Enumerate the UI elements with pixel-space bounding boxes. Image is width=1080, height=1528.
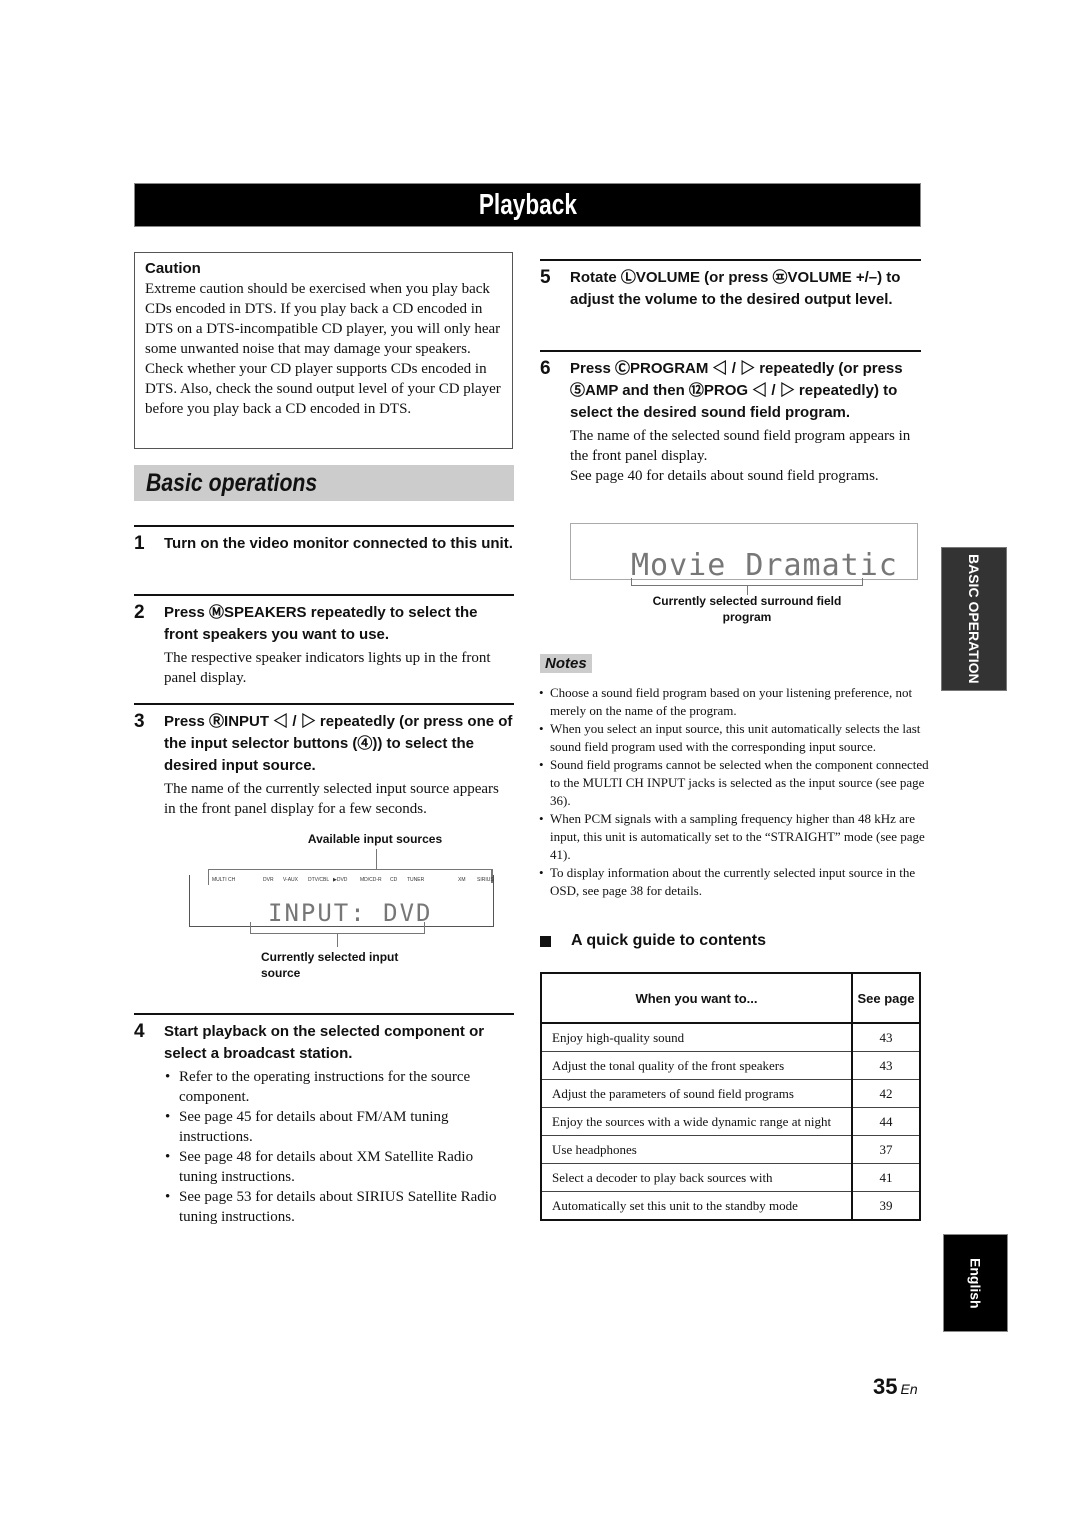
page-cell: 41 [851,1163,920,1192]
step-heading: Rotate ⓁVOLUME (or press ㉬VOLUME +/–) to… [570,269,901,308]
quick-guide-table: When you want to... See page Enjoy high-… [540,972,921,1221]
step-heading: Press ⓂSPEAKERS repeatedly to select the… [164,604,478,643]
step-2: 2 Press ⓂSPEAKERS repeatedly to select t… [134,594,514,688]
page-cell: 43 [851,1022,920,1052]
page-number: 35 En [873,1374,918,1400]
quick-guide-heading: A quick guide to contents [540,932,766,950]
page-number-value: 35 [873,1374,898,1399]
section-header: Basic operations [134,465,514,501]
note-item: Choose a sound field program based on yo… [539,684,935,720]
page-title: Playback [478,188,577,221]
table-row: Use headphones 37 [541,1135,920,1164]
page-cell: 39 [851,1191,920,1220]
note-item: When you select an input source, this un… [539,720,935,756]
step-1: 1 Turn on the video monitor connected to… [134,525,514,555]
table-row: Adjust the tonal quality of the front sp… [541,1051,920,1080]
step-number: 5 [540,267,551,288]
step-4: 4 Start playback on the selected compone… [134,1013,514,1227]
page-cell: 44 [851,1107,920,1136]
step-heading: Press ⒸPROGRAM ◁ / ▷ repeatedly (or pres… [570,360,903,421]
step-bullets: Refer to the operating instructions for … [164,1067,514,1227]
step-number: 4 [134,1021,145,1042]
section-title: Basic operations [146,468,318,497]
section-side-tab[interactable]: BASIC OPERATION [941,547,1007,691]
source-indicator: ▶DVD [333,877,348,883]
want-cell: Select a decoder to play back sources wi… [541,1163,852,1192]
source-indicator: TUNER [407,877,425,883]
step-heading: Start playback on the selected component… [164,1023,485,1062]
caution-body: Extreme caution should be exercised when… [145,281,501,417]
table-row: Enjoy high-quality sound 43 [541,1022,920,1052]
list-item: See page 48 for details about XM Satelli… [165,1147,514,1187]
source-indicator: DTV/CBL [308,877,330,883]
list-item: See page 45 for details about FM/AM tuni… [165,1107,514,1147]
step-body-2: See page 40 for details about sound fiel… [570,468,879,484]
callout-line [337,933,338,947]
list-item: Refer to the operating instructions for … [165,1067,514,1107]
table-row: Enjoy the sources with a wide dynamic ra… [541,1107,920,1136]
table-row: Automatically set this unit to the stand… [541,1191,920,1220]
caution-box: Caution Extreme caution should be exerci… [134,252,513,449]
step-heading: Press ⓇINPUT ◁ / ▷ repeatedly (or press … [164,713,513,774]
callout-bracket [208,869,492,870]
display-text: Movie Dramatic [631,548,898,583]
want-cell: Adjust the tonal quality of the front sp… [541,1051,852,1080]
notes-label: Notes [540,654,592,673]
callout-line [376,849,377,869]
step-heading: Turn on the video monitor connected to t… [164,535,513,552]
display-text: INPUT: DVD [268,899,433,927]
note-item: When PCM signals with a sampling frequen… [539,810,935,864]
available-sources-label: Available input sources [307,832,443,846]
want-cell: Enjoy the sources with a wide dynamic ra… [541,1107,852,1136]
note-item: To display information about the current… [539,864,935,900]
column-header-want: When you want to... [541,973,852,1024]
notes-list: Choose a sound field program based on yo… [538,684,935,900]
selected-program-label: Currently selected surround field progra… [652,594,842,624]
front-panel-display-input: MULTI CH DVR V-AUX DTV/CBL ▶DVD MD/CD-R … [189,875,494,927]
source-indicator: DVR [263,877,274,883]
caution-heading: Caution [145,260,201,277]
step-number: 3 [134,711,145,732]
quick-guide-title: A quick guide to contents [571,932,766,949]
step-number: 2 [134,602,145,623]
source-indicator: MULTI CH [212,877,236,883]
source-indicator: V-AUX [283,877,299,883]
want-cell: Use headphones [541,1135,852,1164]
page-cell: 42 [851,1079,920,1108]
language-side-tab[interactable]: English [943,1234,1008,1332]
source-indicator: XM [458,877,466,883]
front-panel-display-program: Movie Dramatic [570,523,918,583]
page-cell: 37 [851,1135,920,1164]
selected-source-label: Currently selected input source [261,950,399,980]
table-row: Select a decoder to play back sources wi… [541,1163,920,1192]
list-item: See page 53 for details about SIRIUS Sat… [165,1187,514,1227]
square-bullet-icon [540,935,551,947]
step-number: 1 [134,533,145,554]
step-5: 5 Rotate ⓁVOLUME (or press ㉬VOLUME +/–) … [540,259,921,311]
language-tab-label: English [967,1257,984,1309]
source-indicator: SIRIUS [477,877,494,883]
section-tab-label: BASIC OPERATION [966,554,982,684]
want-cell: Automatically set this unit to the stand… [541,1191,852,1220]
note-item: Sound field programs cannot be selected … [539,756,935,810]
page-title-bar: Playback [134,183,921,227]
source-indicator: CD [390,877,398,883]
want-cell: Adjust the parameters of sound field pro… [541,1079,852,1108]
column-header-page: See page [851,973,920,1024]
step-body: The name of the selected sound field pro… [570,428,911,464]
step-number: 6 [540,358,551,379]
page-language-code: En [900,1381,918,1397]
table-row: Adjust the parameters of sound field pro… [541,1079,920,1108]
step-body: The respective speaker indicators lights… [164,650,491,686]
step-body: The name of the currently selected input… [164,781,499,817]
source-indicator: MD/CD-R [360,877,382,883]
want-cell: Enjoy high-quality sound [541,1022,852,1052]
page-cell: 43 [851,1051,920,1080]
table-header-row: When you want to... See page [541,973,920,1024]
step-3: 3 Press ⓇINPUT ◁ / ▷ repeatedly (or pres… [134,703,514,819]
step-6: 6 Press ⒸPROGRAM ◁ / ▷ repeatedly (or pr… [540,350,921,486]
